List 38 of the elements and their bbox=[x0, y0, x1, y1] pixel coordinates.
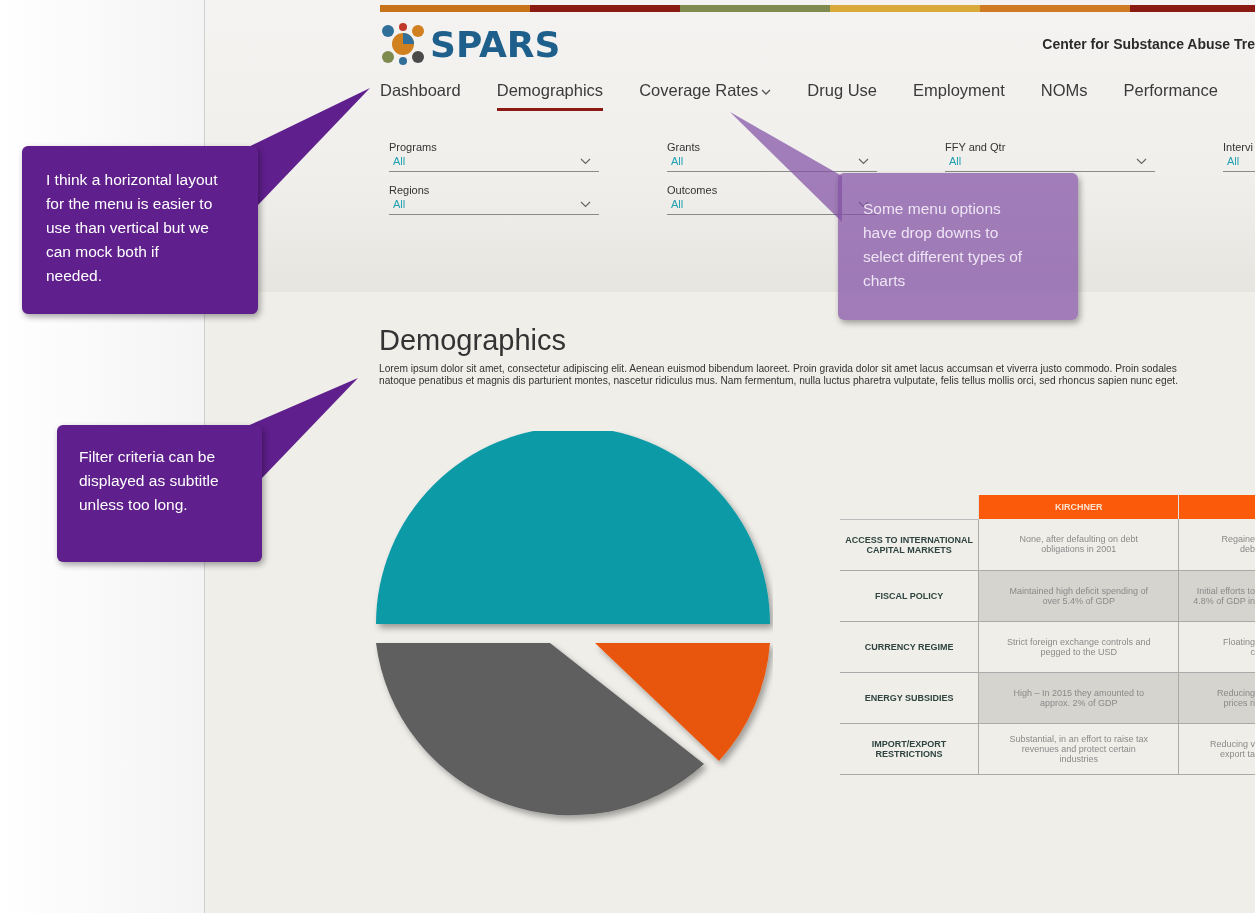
comment-callout: Filter criteria can be displayed as subtitle unless too long. bbox=[57, 425, 262, 562]
filter-label: Regions bbox=[389, 184, 431, 196]
nav-tab[interactable]: Employment bbox=[913, 81, 1005, 111]
comment-callout: Some menu options have drop downs to select different types of charts bbox=[838, 173, 1078, 320]
nav-tab[interactable]: Coverage Rates bbox=[639, 81, 772, 111]
agency-name: Center for Substance Abuse Tre bbox=[1042, 36, 1255, 52]
table-cell: Reducing v export ta bbox=[1178, 723, 1255, 774]
nav-tab[interactable]: Drug Use bbox=[807, 81, 878, 111]
table-cell: High – In 2015 they amounted to approx. 2% of GDP bbox=[978, 672, 1179, 723]
column-header: KIRCHNER bbox=[978, 495, 1179, 519]
row-header: IMPORT/EXPORT RESTRICTIONS bbox=[840, 723, 979, 774]
row-header: ACCESS TO INTERNATIONAL CAPITAL MARKETS bbox=[840, 519, 979, 570]
filter-label: Outcomes bbox=[667, 184, 719, 196]
logo-icon bbox=[380, 23, 426, 65]
filter-label: Programs bbox=[389, 141, 438, 153]
chevron-icon bbox=[580, 200, 591, 208]
chevron-icon bbox=[858, 157, 869, 165]
chevron-icon bbox=[1136, 157, 1147, 165]
nav-tab[interactable]: Demographics bbox=[496, 81, 604, 111]
filter-label: Grants bbox=[667, 141, 701, 153]
filter-label: FFY and Qtr bbox=[945, 141, 1007, 153]
nav-tab[interactable]: Dashboard bbox=[380, 81, 461, 111]
table-cell: Strict foreign exchange controls and pegged to the USD bbox=[978, 621, 1179, 672]
table-cell: None, after defaulting on debt obligations in 2001 bbox=[978, 519, 1179, 570]
nav-tab[interactable]: NOMs bbox=[1040, 81, 1088, 111]
logo-text[interactable]: SPARS bbox=[430, 23, 561, 65]
table-cell: Substantial, in an effort to raise tax revenues and protect certain industries bbox=[978, 723, 1179, 774]
description-text: natoque penatibus et magnis dis parturient montes, nascetur ridiculus mus. Nam fermentum, nulla luctus pharetra vulputate, felis tellus mollis orci, sed rhoncus sapien nunc eget. bbox=[379, 375, 1179, 387]
comment-callout: I think a horizontal layout for the menu is easier to use than vertical but we can mock both if needed. bbox=[22, 146, 258, 314]
page-title: Demographics bbox=[379, 324, 567, 357]
nav-tab[interactable]: Performance bbox=[1123, 81, 1218, 111]
table-cell: Floating c bbox=[1178, 621, 1255, 672]
table-cell: Maintained high deficit spending of over 5.4% of GDP bbox=[978, 570, 1179, 621]
row-header: CURRENCY REGIME bbox=[840, 621, 979, 672]
filter-label: Intervi bbox=[1223, 141, 1254, 153]
chevron-icon bbox=[580, 157, 591, 165]
description-text: Lorem ipsum dolor sit amet, consectetur adipiscing elit. Aenean euismod bibendum laoreet. Proin gravida dolor sit amet lacus accumsan et viverra justo commodo. Proin sodales bbox=[379, 363, 1178, 375]
table-cell: Regaine deb bbox=[1178, 519, 1255, 570]
